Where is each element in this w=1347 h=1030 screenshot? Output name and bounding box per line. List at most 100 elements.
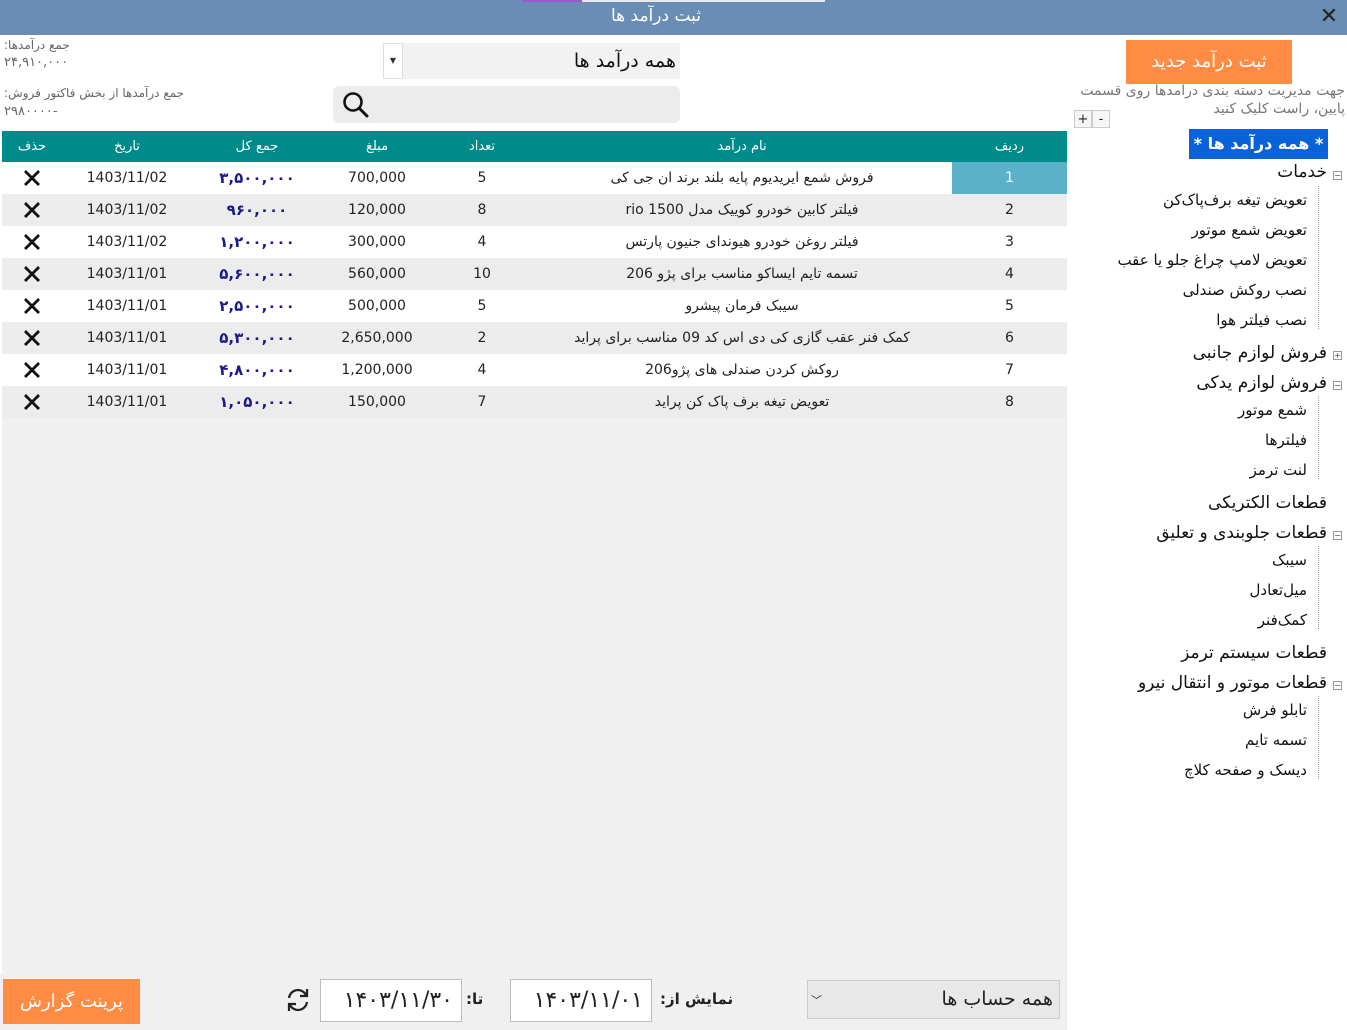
row-qty: 5	[477, 170, 487, 186]
tree-root-all-income[interactable]: * همه درآمد ها *	[1189, 129, 1328, 159]
delete-button[interactable]	[2, 162, 62, 194]
print-report-button[interactable]: پرینت گزارش	[3, 979, 140, 1024]
header-date[interactable]: تاریخ	[62, 131, 192, 162]
tree-item[interactable]: تعویض لامپ چراغ جلو یا عقب	[1117, 251, 1307, 269]
row-total: ۳,۵۰۰,۰۰۰	[219, 169, 295, 187]
income-table: ردیف نام درآمد تعداد مبلغ جمع کل تاریخ ح…	[2, 131, 1067, 974]
new-income-button[interactable]: ثبت درآمد جدید	[1126, 40, 1292, 84]
row-name: فیلتر کابین خودرو کوییک مدل rio 1500	[625, 202, 859, 218]
row-date: 1403/11/02	[86, 234, 168, 250]
delete-button[interactable]	[2, 386, 62, 418]
delete-button[interactable]	[2, 322, 62, 354]
tree-item[interactable]: لنت ترمز	[1250, 461, 1307, 479]
row-radif: 8	[1005, 394, 1014, 410]
tree-item[interactable]: نصب روکش صندلی	[1183, 281, 1307, 299]
from-date-label: نمایش از:	[660, 990, 734, 1008]
tree-category-spare-parts[interactable]: فروش لوازم یدکی	[1196, 373, 1327, 393]
row-date: 1403/11/01	[86, 362, 168, 378]
table-row[interactable]: 5 سیبک فرمان پیشرو 5 500,000 ۲,۵۰۰,۰۰۰ 1…	[2, 290, 1067, 322]
delete-x-icon	[24, 170, 40, 186]
row-total: ۹۶۰,۰۰۰	[226, 201, 288, 219]
row-name: فروش شمع ایریدیوم پایه بلند برند ان جی ک…	[610, 170, 874, 186]
tree-item[interactable]: نصب فیلتر هوا	[1216, 311, 1307, 329]
tree-item[interactable]: دیسک و صفحه کلاچ	[1184, 761, 1307, 779]
tree-category-services[interactable]: خدمات	[1277, 162, 1327, 182]
header-qty[interactable]: تعداد	[432, 131, 532, 162]
tree-item[interactable]: شمع موتور	[1238, 401, 1307, 419]
delete-button[interactable]	[2, 290, 62, 322]
tree-item[interactable]: تابلو فرش	[1243, 701, 1307, 719]
collapse-icon[interactable]: −	[1333, 531, 1342, 540]
row-radif: 7	[1005, 362, 1014, 378]
tree-category-electrical[interactable]: قطعات الکتریکی	[1208, 493, 1327, 513]
tree-item[interactable]: کمک‌فنر	[1258, 611, 1307, 629]
category-hint: جهت مدیریت دسته بندی درامدها روی قسمت پا…	[1080, 83, 1345, 117]
row-total: ۴,۸۰۰,۰۰۰	[219, 361, 295, 379]
row-amount: 120,000	[348, 202, 406, 218]
row-total: ۱,۲۰۰,۰۰۰	[219, 233, 295, 251]
table-row[interactable]: 1 فروش شمع ایریدیوم پایه بلند برند ان جی…	[2, 162, 1067, 194]
table-row[interactable]: 3 فیلتر روغن خودرو هیوندای جنیون پارتس 4…	[2, 226, 1067, 258]
chevron-down-icon[interactable]: ﹀	[811, 992, 822, 1008]
row-radif: 2	[1005, 202, 1014, 218]
close-icon[interactable]: ✕	[1311, 0, 1347, 35]
header-amount[interactable]: مبلغ	[322, 131, 432, 162]
search-icon[interactable]	[341, 90, 371, 120]
delete-x-icon	[24, 394, 40, 410]
tree-item[interactable]: سیبک	[1272, 551, 1307, 569]
header-total[interactable]: جمع کل	[192, 131, 322, 162]
collapse-icon[interactable]: −	[1333, 681, 1342, 690]
row-amount: 700,000	[348, 170, 406, 186]
row-amount: 560,000	[348, 266, 406, 282]
to-date-input[interactable]: ۱۴۰۳/۱۱/۳۰	[320, 979, 462, 1022]
delete-button[interactable]	[2, 258, 62, 290]
row-name: تعویض تیغه برف پاک کن پراید	[654, 394, 830, 410]
table-row[interactable]: 4 تسمه تایم ایساکو مناسب برای پژو 206 10…	[2, 258, 1067, 290]
collapse-icon[interactable]: −	[1333, 171, 1342, 180]
tree-item[interactable]: تعویض تیغه برف‌پاک‌کن	[1163, 191, 1307, 209]
category-dropdown-arrow-icon[interactable]: ▼	[383, 43, 403, 79]
tree-connector	[1318, 696, 1319, 779]
delete-button[interactable]	[2, 194, 62, 226]
tree-category-engine[interactable]: قطعات موتور و انتقال نیرو	[1138, 673, 1327, 693]
tree-item[interactable]: میل‌تعادل	[1250, 581, 1307, 599]
expand-icon[interactable]: +	[1333, 351, 1342, 360]
tree-connector	[1318, 546, 1319, 629]
row-radif: 5	[1005, 298, 1014, 314]
tree-item[interactable]: فیلترها	[1265, 431, 1307, 449]
table-row[interactable]: 2 فیلتر کابین خودرو کوییک مدل rio 1500 8…	[2, 194, 1067, 226]
row-name: تسمه تایم ایساکو مناسب برای پژو 206	[626, 266, 858, 282]
row-radif: 3	[1005, 234, 1014, 250]
tree-item[interactable]: تسمه تایم	[1245, 731, 1307, 749]
collapse-icon[interactable]: −	[1333, 381, 1342, 390]
search-input[interactable]	[379, 88, 677, 121]
table-row[interactable]: 7 روکش کردن صندلی های پژو206 4 1,200,000…	[2, 354, 1067, 386]
header-name[interactable]: نام درآمد	[532, 131, 952, 162]
tree-item[interactable]: تعویض شمع موتور	[1192, 221, 1307, 239]
delete-x-icon	[24, 298, 40, 314]
row-radif: 1	[952, 162, 1067, 194]
header-radif[interactable]: ردیف	[952, 131, 1067, 162]
delete-button[interactable]	[2, 226, 62, 258]
from-date-input[interactable]: ۱۴۰۳/۱۱/۰۱	[510, 979, 652, 1022]
refresh-icon[interactable]	[283, 985, 313, 1015]
tree-category-suspension[interactable]: قطعات جلوبندی و تعلیق	[1156, 523, 1327, 543]
header-delete[interactable]: حذف	[2, 131, 62, 162]
title-bar: ثبت درآمد ها ✕	[0, 0, 1347, 35]
accounts-dropdown[interactable]: همه حساب ها	[807, 980, 1060, 1019]
tree-category-accessories[interactable]: فروش لوازم جانبی	[1193, 343, 1327, 363]
delete-button[interactable]	[2, 354, 62, 386]
expand-all-button[interactable]: +	[1074, 110, 1092, 128]
row-amount: 2,650,000	[341, 330, 413, 346]
category-dropdown[interactable]: همه درآمد ها	[403, 43, 680, 79]
tree-connector	[1318, 396, 1319, 479]
row-name: سیبک فرمان پیشرو	[685, 298, 799, 314]
table-row[interactable]: 6 کمک فنر عقب گازی کی دی اس کد 09 مناسب …	[2, 322, 1067, 354]
tree-category-brakes[interactable]: قطعات سیستم ترمز	[1181, 643, 1327, 663]
tree-connector	[1318, 186, 1319, 329]
row-qty: 5	[477, 298, 487, 314]
row-qty: 10	[473, 266, 491, 282]
collapse-all-button[interactable]: -	[1092, 110, 1110, 128]
table-row[interactable]: 8 تعویض تیغه برف پاک کن پراید 7 150,000 …	[2, 386, 1067, 418]
row-qty: 4	[477, 362, 487, 378]
